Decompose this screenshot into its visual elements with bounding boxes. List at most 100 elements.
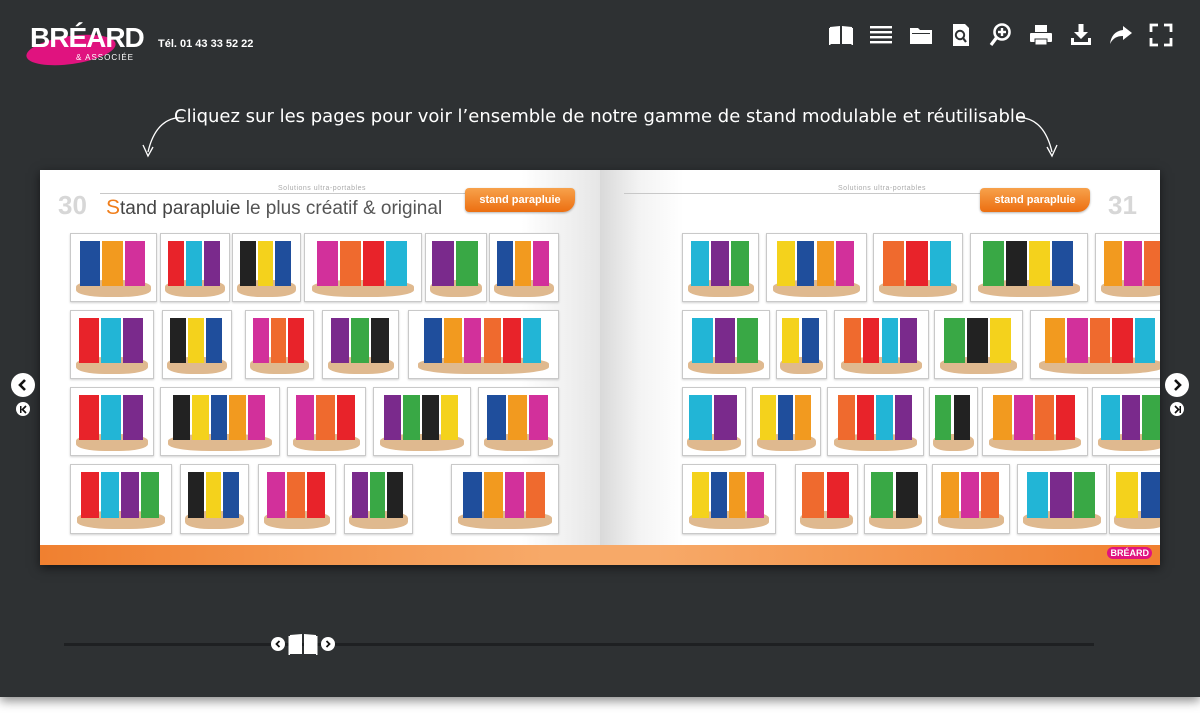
stand-panel <box>966 317 989 364</box>
last-page-button[interactable] <box>1170 402 1184 416</box>
stand-thumbnail[interactable] <box>1095 233 1160 302</box>
breard-logo[interactable]: BRÉARD & ASSOCIÉE <box>24 22 145 71</box>
stand-thumbnail[interactable] <box>864 464 927 534</box>
stand-thumbnail[interactable] <box>70 310 154 379</box>
stand-thumbnail[interactable] <box>287 387 366 456</box>
download-icon[interactable] <box>1066 20 1096 50</box>
stand-thumbnail[interactable] <box>827 387 924 456</box>
open-brochure[interactable]: 30 Solutions ultra-portables Stand parap… <box>40 170 1160 565</box>
list-icon[interactable] <box>866 20 896 50</box>
page-slider-handle[interactable] <box>271 632 335 656</box>
stand-panel <box>185 240 203 287</box>
stand-thumbnail[interactable] <box>1109 464 1160 534</box>
stand-panel <box>330 317 349 364</box>
stand-thumbnail[interactable] <box>160 387 280 456</box>
stand-thumbnail[interactable] <box>304 233 422 302</box>
stand-panel <box>507 394 528 441</box>
zoom-in-icon[interactable] <box>986 20 1016 50</box>
stand-thumbnail[interactable] <box>682 464 776 534</box>
stand-panel <box>101 471 119 519</box>
stand-panel <box>1014 394 1033 441</box>
stand-panel <box>689 394 712 441</box>
stand-thumbnail[interactable] <box>258 464 336 534</box>
curved-arrow-left-icon <box>142 117 185 158</box>
stand-thumbnail[interactable] <box>934 310 1023 379</box>
stand-thumbnail[interactable] <box>970 233 1088 302</box>
stand-panel <box>486 394 506 441</box>
stand-panel <box>386 240 408 287</box>
heading-rest: le plus créatif & original <box>240 198 443 219</box>
stand-thumbnail[interactable] <box>373 387 471 456</box>
toolbar <box>826 20 1176 50</box>
stand-thumbnail[interactable] <box>776 310 827 379</box>
stand-thumbnail[interactable] <box>425 233 487 302</box>
print-icon[interactable] <box>1026 20 1056 50</box>
heading-main: tand parapluie <box>120 198 241 219</box>
book-icon[interactable] <box>826 20 856 50</box>
stand-thumbnail[interactable] <box>834 310 929 379</box>
stand-thumbnail[interactable] <box>682 233 759 302</box>
stand-panel <box>737 317 759 364</box>
stand-panel <box>895 471 918 519</box>
folder-icon[interactable] <box>906 20 936 50</box>
share-icon[interactable] <box>1106 20 1136 50</box>
stand-thumbnail[interactable] <box>682 387 746 456</box>
stand-thumbnail[interactable] <box>322 310 399 379</box>
stand-thumbnail[interactable] <box>408 310 559 379</box>
stand-panel <box>270 317 287 364</box>
stand-thumbnail[interactable] <box>766 233 867 302</box>
stand-panel <box>503 317 522 364</box>
stand-thumbnail[interactable] <box>1092 387 1160 456</box>
stand-thumbnail[interactable] <box>752 387 821 456</box>
stand-thumbnail[interactable] <box>1030 310 1160 379</box>
stand-thumbnail[interactable] <box>489 233 559 302</box>
stand-thumbnail[interactable] <box>344 464 413 534</box>
stand-panel <box>1112 317 1133 364</box>
stand-thumbnail[interactable] <box>451 464 559 534</box>
stand-panel <box>369 471 386 519</box>
stand-thumbnail[interactable] <box>70 233 157 302</box>
stand-panel <box>1067 317 1088 364</box>
stand-panel <box>1029 240 1051 287</box>
right-page[interactable]: 31 Solutions ultra-portables stand parap… <box>600 170 1160 565</box>
stand-thumbnail[interactable] <box>795 464 858 534</box>
stand-thumbnail[interactable] <box>180 464 249 534</box>
stand-panel <box>187 317 205 364</box>
stand-thumbnail[interactable] <box>245 310 314 379</box>
slider-next-button[interactable] <box>321 637 335 651</box>
slider-prev-button[interactable] <box>271 637 285 651</box>
stand-panel <box>836 240 855 287</box>
stand-panel <box>881 317 899 364</box>
stand-panel <box>1103 240 1122 287</box>
page-slider-track[interactable] <box>64 643 1094 646</box>
stand-thumbnail[interactable] <box>162 310 232 379</box>
prev-page-button[interactable] <box>11 373 35 397</box>
stand-panel <box>894 394 912 441</box>
stand-thumbnail[interactable] <box>932 464 1010 534</box>
stand-thumbnail[interactable] <box>873 233 963 302</box>
stand-panel <box>1005 240 1027 287</box>
stand-panel <box>523 317 542 364</box>
stand-panel <box>943 317 965 364</box>
stand-thumbnail[interactable] <box>478 387 559 456</box>
stand-thumbnail[interactable] <box>70 387 154 456</box>
stand-thumbnail[interactable] <box>232 233 301 302</box>
stand-thumbnail[interactable] <box>982 387 1088 456</box>
stand-panel <box>101 394 121 441</box>
stand-thumbnail[interactable] <box>160 233 230 302</box>
stand-panel <box>514 240 532 287</box>
left-page[interactable]: 30 Solutions ultra-portables Stand parap… <box>40 170 600 565</box>
stand-thumbnail[interactable] <box>1017 464 1107 534</box>
stand-panel <box>172 394 190 441</box>
stand-thumbnail[interactable] <box>70 464 172 534</box>
next-page-button[interactable] <box>1165 373 1189 397</box>
stand-thumbnail[interactable] <box>682 310 770 379</box>
first-page-button[interactable] <box>16 402 30 416</box>
fullscreen-icon[interactable] <box>1146 20 1176 50</box>
stand-panel <box>1045 317 1066 364</box>
stand-panel <box>204 240 221 287</box>
stand-panel <box>295 394 315 441</box>
page-search-icon[interactable] <box>946 20 976 50</box>
stand-thumbnail[interactable] <box>929 387 978 456</box>
page-heading: Stand parapluie le plus créatif & origin… <box>106 196 442 220</box>
